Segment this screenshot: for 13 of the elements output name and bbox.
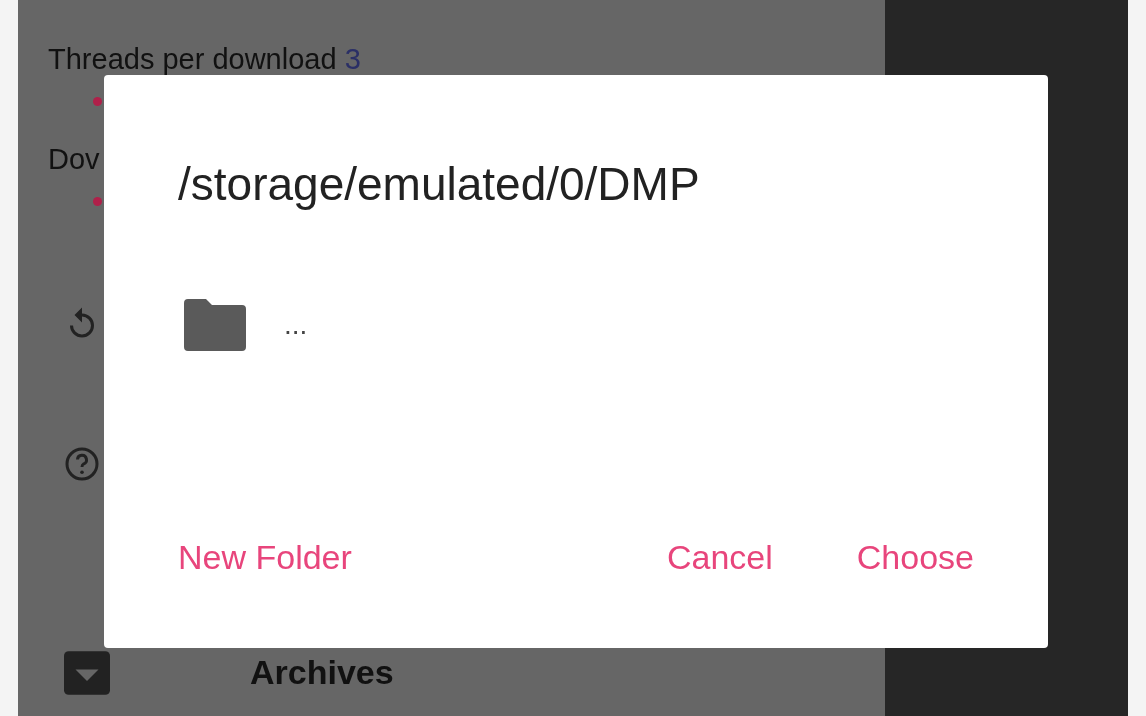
setting-label: Dov [48,141,101,177]
dialog-button[interactable]: Choose [856,540,974,574]
menu-label: Archives [250,652,394,693]
folder-name[interactable]: ... [284,304,308,346]
dialog-button[interactable]: Cancel [666,540,773,574]
setting-value: 3 [344,43,361,75]
folder-icon[interactable] [184,299,246,351]
setting-label: Threads per download [48,43,338,75]
archive-icon [64,649,110,696]
help-icon [64,445,100,482]
slider-thumb [93,96,102,106]
slider-thumb [93,196,102,206]
dialog-button[interactable]: New Folder [178,540,352,574]
